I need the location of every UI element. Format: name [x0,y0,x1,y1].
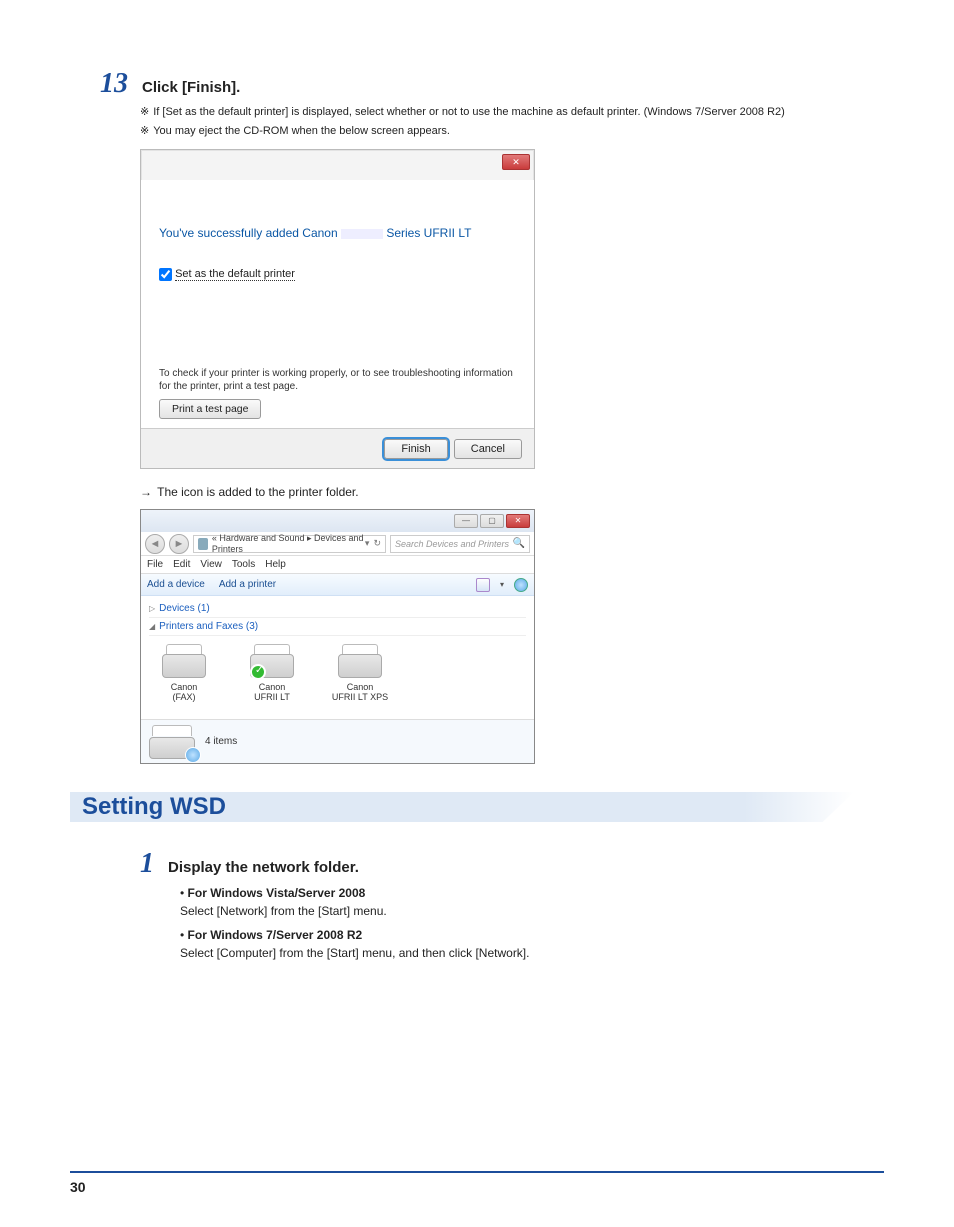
devices-and-printers-window: — ▢ ✕ ◄ ► « Hardware and Sound ▸ Devices… [140,509,535,764]
group-printers[interactable]: ◢ Printers and Faxes (3) [149,618,526,636]
add-printer-wizard: ✕ ◄ Add Printer You've successfully adde… [140,149,535,469]
device-label-2: (FAX) [151,692,217,702]
bullet-head-2: For Windows 7/Server 2008 R2 [188,928,363,942]
msg-suffix: Series UFRII LT [386,226,471,240]
command-bar: Add a device Add a printer ▾ [141,574,534,596]
step-1-row: 1 Display the network folder. [140,850,854,878]
step-13-title: Click [Finish]. [142,79,240,96]
note-star-icon: ※ [140,104,149,121]
search-placeholder: Search Devices and Printers [395,539,509,549]
status-bar: 4 items [141,719,534,763]
step-13-number: 13 [100,70,128,98]
step-13-notes: ※ If [Set as the default printer] is dis… [140,104,854,139]
cancel-button[interactable]: Cancel [454,439,522,459]
close-icon[interactable]: ✕ [506,514,530,528]
folder-icon [198,538,208,550]
step-1-title: Display the network folder. [168,859,359,876]
section-heading: Setting WSD [70,792,854,830]
minimize-icon[interactable]: — [454,514,478,528]
expand-icon: ▷ [149,604,155,613]
bullet-item: • For Windows Vista/Server 2008 Select [… [180,884,854,920]
step-13-row: 13 Click [Finish]. [100,70,854,98]
printer-icon [338,644,382,678]
result-row: → The icon is added to the printer folde… [140,485,854,499]
arrow-icon: → [140,485,152,499]
menu-edit[interactable]: Edit [173,559,190,570]
printer-icon [162,644,206,678]
chevron-down-icon[interactable]: ▾ [365,538,370,549]
menu-file[interactable]: File [147,559,163,570]
default-printer-row: Set as the default printer [159,268,516,281]
print-test-page-button[interactable]: Print a test page [159,399,261,419]
window-titlebar: — ▢ ✕ [141,510,534,532]
explorer-body: ▷ Devices (1) ◢ Printers and Faxes (3) C… [141,596,534,706]
note-star-icon: ※ [140,123,149,140]
menu-view[interactable]: View [200,559,222,570]
view-options-icon[interactable] [476,578,490,592]
menu-tools[interactable]: Tools [232,559,255,570]
note-1: ※ If [Set as the default printer] is dis… [140,104,854,121]
section-title: Setting WSD [70,792,854,822]
note-1-text: If [Set as the default printer] is displ… [153,104,785,121]
device-label-2: UFRII LT [239,692,305,702]
result-text: The icon is added to the printer folder. [157,485,358,499]
search-icon: 🔍 [513,538,525,549]
help-icon[interactable] [514,578,528,592]
collapse-icon: ◢ [149,622,155,631]
bullet-item: • For Windows 7/Server 2008 R2 Select [C… [180,926,854,962]
group-devices-label: Devices (1) [159,603,210,614]
printer-item-ufrii[interactable]: Canon UFRII LT [239,644,305,702]
status-count: 4 items [205,736,237,747]
default-check-icon [250,664,266,680]
wizard-info-text: To check if your printer is working prop… [159,367,516,393]
forward-icon[interactable]: ► [169,534,189,554]
bullet-body-2: Select [Computer] from the [Start] menu,… [180,944,854,962]
group-devices[interactable]: ▷ Devices (1) [149,600,526,618]
fax-badge-icon [185,747,201,763]
add-device-button[interactable]: Add a device [147,579,205,590]
device-label-1: Canon [151,682,217,692]
group-printers-label: Printers and Faxes (3) [159,621,258,632]
add-printer-button[interactable]: Add a printer [219,579,276,590]
device-label-1: Canon [239,682,305,692]
printer-icon [250,644,294,678]
bullet-head-1: For Windows Vista/Server 2008 [188,886,366,900]
device-label-2: UFRII LT XPS [327,692,393,702]
page-footer: 30 [70,1171,884,1197]
note-2: ※ You may eject the CD-ROM when the belo… [140,123,854,140]
wizard-body: You've successfully added Canon Series U… [141,180,534,428]
search-input[interactable]: Search Devices and Printers 🔍 [390,535,530,553]
step-1-bullets: • For Windows Vista/Server 2008 Select [… [180,884,854,962]
chevron-down-icon[interactable]: ▾ [500,580,504,589]
msg-prefix: You've successfully added Canon [159,226,338,240]
default-printer-label[interactable]: Set as the default printer [175,268,295,281]
printer-item-fax[interactable]: Canon (FAX) [151,644,217,702]
breadcrumb-text: « Hardware and Sound ▸ Devices and Print… [212,533,365,554]
device-list: Canon (FAX) Canon UFRII LT Canon UFRII L… [149,636,526,702]
wizard-footer: Finish Cancel [141,428,534,468]
step-1-number: 1 [140,850,154,878]
redacted-gap [341,229,383,239]
printer-item-xps[interactable]: Canon UFRII LT XPS [327,644,393,702]
menu-bar: File Edit View Tools Help [141,556,534,574]
default-printer-checkbox[interactable] [159,268,172,281]
device-label-1: Canon [327,682,393,692]
maximize-icon[interactable]: ▢ [480,514,504,528]
bullet-body-1: Select [Network] from the [Start] menu. [180,902,854,920]
finish-button[interactable]: Finish [384,439,447,459]
note-2-text: You may eject the CD-ROM when the below … [153,123,450,140]
address-bar-row: ◄ ► « Hardware and Sound ▸ Devices and P… [141,532,534,556]
page-number: 30 [70,1179,86,1195]
refresh-icon[interactable]: ↻ [373,538,381,549]
back-icon[interactable]: ◄ [145,534,165,554]
menu-help[interactable]: Help [265,559,286,570]
close-icon[interactable]: ✕ [502,154,530,170]
breadcrumb-field[interactable]: « Hardware and Sound ▸ Devices and Print… [193,535,386,553]
page: 13 Click [Finish]. ※ If [Set as the defa… [0,0,954,1227]
wizard-success-message: You've successfully added Canon Series U… [159,226,516,240]
